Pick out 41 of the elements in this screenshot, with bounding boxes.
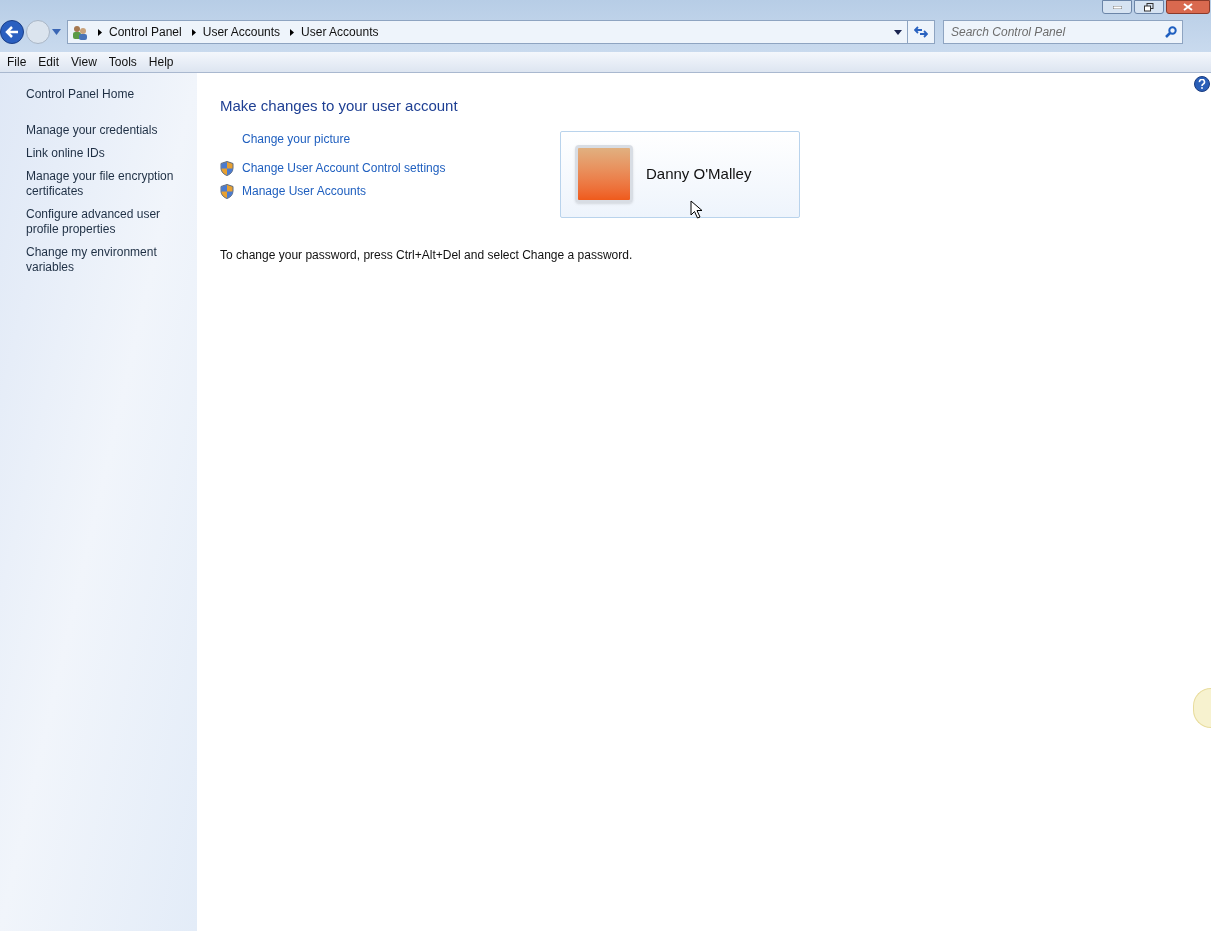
task-link[interactable]: Change your picture — [242, 130, 351, 148]
account-name: Danny O'Malley — [646, 163, 752, 184]
menu-item[interactable]: Tools — [102, 53, 143, 71]
sidebar-link[interactable]: Change my environment variables — [26, 245, 187, 275]
chevron-icon[interactable] — [290, 28, 295, 36]
mouse-pointer-icon — [690, 200, 703, 219]
task-link[interactable]: Manage User Accounts — [242, 182, 367, 200]
users-icon — [71, 24, 88, 40]
sidebar-link[interactable]: Control Panel Home — [26, 87, 187, 102]
restore-button[interactable] — [1134, 0, 1164, 14]
back-arrow-icon — [5, 26, 19, 38]
menu-item[interactable]: View — [65, 53, 103, 71]
menu-item[interactable]: Edit — [32, 53, 66, 71]
sidebar-link[interactable]: Link online IDs — [26, 146, 187, 161]
address-bar[interactable]: Control Panel User Accounts User Accounts — [67, 20, 935, 44]
minimize-icon — [1112, 5, 1122, 9]
dropdown-caret-icon[interactable] — [894, 29, 902, 35]
sidebar-link[interactable]: Manage your credentials — [26, 123, 187, 138]
sidebar-link[interactable]: Manage your file encryption certificates — [26, 169, 187, 199]
account-card[interactable]: Danny O'Malley — [560, 130, 800, 218]
sidebar-link[interactable]: Configure advanced user profile properties — [26, 207, 187, 237]
chevron-icon[interactable] — [98, 28, 102, 36]
restore-icon — [1144, 2, 1154, 12]
page-title: Make changes to your user account — [220, 96, 459, 116]
breadcrumb-item[interactable]: Control Panel — [109, 23, 182, 41]
chevron-icon[interactable] — [191, 28, 196, 36]
help-icon — [1198, 79, 1206, 89]
breadcrumb-item[interactable]: User Accounts — [202, 23, 281, 41]
breadcrumb-item[interactable]: User Accounts — [301, 23, 379, 41]
task-link[interactable]: Change User Account Control settings — [242, 159, 446, 177]
help-button[interactable] — [1194, 76, 1210, 92]
close-button[interactable] — [1166, 0, 1210, 14]
search-icon[interactable] — [1165, 26, 1177, 38]
password-note: To change your password, press Ctrl+Alt+Del and select Change a password. — [220, 246, 634, 264]
menu-item[interactable]: Help — [142, 53, 180, 71]
refresh-icon[interactable] — [914, 26, 928, 38]
photo-placeholder — [575, 145, 633, 203]
menu-item[interactable]: File — [1, 53, 33, 71]
search-field[interactable]: Search Control Panel — [943, 20, 1183, 44]
close-icon — [1183, 3, 1193, 11]
back-button[interactable] — [0, 20, 24, 44]
